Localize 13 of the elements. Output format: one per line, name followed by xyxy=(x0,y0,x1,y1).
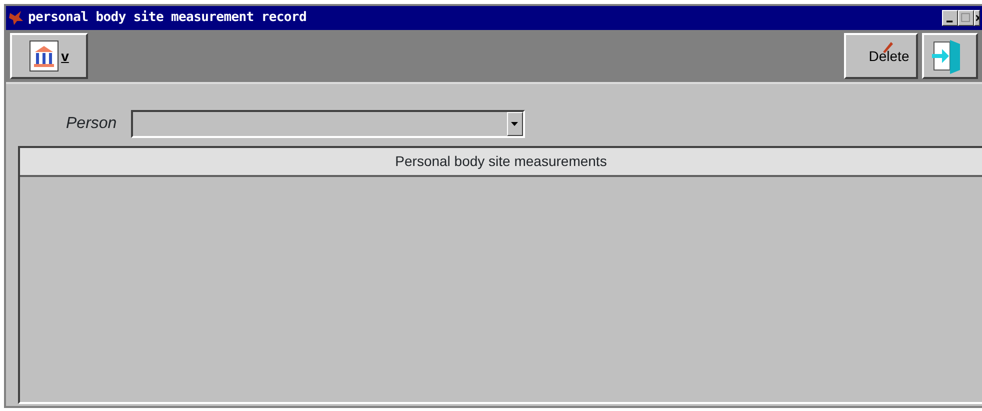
person-dropdown[interactable] xyxy=(130,110,525,138)
exit-button[interactable] xyxy=(922,33,978,79)
maximize-button[interactable] xyxy=(958,10,974,26)
building-menu-button[interactable]: v xyxy=(10,33,88,79)
delete-button[interactable]: Delete xyxy=(844,33,918,79)
dropdown-arrow-icon xyxy=(511,122,518,126)
grid-header: Personal body site measurements xyxy=(20,148,982,177)
person-label: Person xyxy=(66,114,117,134)
app-icon xyxy=(8,10,24,26)
close-button[interactable] xyxy=(974,10,980,26)
building-icon xyxy=(29,40,60,72)
minimize-button[interactable] xyxy=(942,10,958,26)
window-title: personal body site measurement record xyxy=(28,9,306,28)
